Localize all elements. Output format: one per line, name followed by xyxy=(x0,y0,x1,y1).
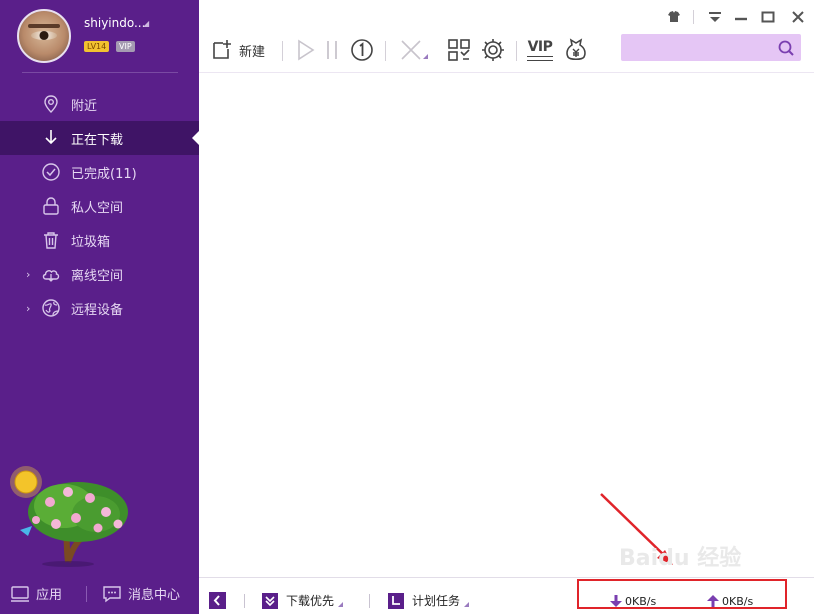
search-icon[interactable] xyxy=(777,39,795,57)
sidebar-item-private-space[interactable]: 私人空间 xyxy=(0,189,199,223)
sidebar-item-trash[interactable]: 垃圾箱 xyxy=(0,223,199,257)
lock-icon xyxy=(43,197,59,215)
winctl-divider xyxy=(693,10,694,24)
play-icon[interactable] xyxy=(295,37,317,63)
sidebar-item-label: 私人空间 xyxy=(71,200,124,216)
toolbar: 新建 VIP xyxy=(199,0,814,73)
expand-chevron-icon[interactable]: › xyxy=(26,302,30,315)
sidebar-item-downloading[interactable]: 正在下载 xyxy=(0,121,199,155)
sidebar-item-label: 垃圾箱 xyxy=(71,234,111,250)
scheduled-tasks-label: 计划任务 xyxy=(412,594,461,608)
apps-label: 应用 xyxy=(36,588,63,603)
chevron-left-icon xyxy=(213,595,220,606)
close-icon[interactable] xyxy=(789,8,807,26)
download-priority-button[interactable]: 下载优先 xyxy=(262,592,344,609)
new-task-button[interactable]: 新建 xyxy=(211,37,265,63)
sidebar-item-nearby[interactable]: 附近 xyxy=(0,87,199,121)
sidebar-item-remote-device[interactable]: › 远程设备 xyxy=(0,291,199,325)
new-file-plus-icon xyxy=(213,40,231,59)
sidebar-item-label: 远程设备 xyxy=(71,302,124,318)
schedule-clock-icon xyxy=(388,592,404,609)
avatar[interactable] xyxy=(17,9,71,63)
skin-shirt-icon[interactable] xyxy=(665,8,683,26)
collapse-sidebar-button[interactable] xyxy=(209,592,226,609)
vip-underline xyxy=(527,55,553,61)
apps-button[interactable]: 应用 xyxy=(10,584,62,603)
apps-icon xyxy=(11,585,29,602)
upload-speed: 0KB/s xyxy=(706,594,753,608)
minimize-icon[interactable] xyxy=(732,8,750,26)
message-center-button[interactable]: 消息中心 xyxy=(102,584,180,603)
new-task-label: 新建 xyxy=(239,44,266,60)
avatar-eye xyxy=(31,31,57,40)
message-bubble-icon xyxy=(103,585,121,602)
globe-device-icon xyxy=(42,299,60,317)
messages-label: 消息中心 xyxy=(128,588,181,603)
download-speed-value: 0KB/s xyxy=(625,594,657,608)
speed-boost-gear-icon[interactable] xyxy=(480,37,506,63)
download-list-area[interactable] xyxy=(199,73,814,577)
sidebar-item-label: 附近 xyxy=(71,98,98,114)
download-arrow-icon xyxy=(45,130,57,145)
check-circle-icon xyxy=(42,163,60,181)
level-badge: LV14 xyxy=(84,41,110,52)
cloud-download-icon xyxy=(42,270,60,282)
scheduled-tasks-button[interactable]: 计划任务 xyxy=(388,592,470,609)
priority-chevron-icon xyxy=(262,592,278,609)
trash-icon xyxy=(44,232,58,249)
sidebar-item-label: 已完成(11) xyxy=(71,166,137,182)
download-speed-arrow-icon xyxy=(610,595,622,607)
sidebar-item-offline-space[interactable]: › 离线空间 xyxy=(0,257,199,291)
status-bar: 下载优先 计划任务 0KB/s 0KB/s xyxy=(199,577,814,615)
status-divider xyxy=(369,594,370,608)
bottom-divider xyxy=(86,586,87,602)
upload-speed-arrow-icon xyxy=(707,595,719,607)
upload-speed-value: 0KB/s xyxy=(722,594,754,608)
money-bag-yen-icon[interactable] xyxy=(563,37,589,63)
maximize-icon[interactable] xyxy=(759,8,777,26)
download-priority-label: 下载优先 xyxy=(286,594,335,608)
sidebar-item-completed[interactable]: 已完成(11) xyxy=(0,155,199,189)
vip-label: VIP xyxy=(527,38,553,55)
decorative-tree-icon xyxy=(10,466,128,567)
toolbar-divider xyxy=(516,41,517,61)
toolbar-divider xyxy=(385,41,386,61)
search-input[interactable] xyxy=(621,34,801,61)
sidebar-divider xyxy=(22,72,178,73)
qr-code-icon[interactable] xyxy=(446,37,472,63)
vip-button[interactable]: VIP xyxy=(527,37,553,63)
sidebar-item-label: 离线空间 xyxy=(71,268,124,284)
watermark-brand: Baidu 经验 xyxy=(619,546,742,571)
user-menu-caret-icon[interactable]: ◢ xyxy=(143,19,149,28)
location-pin-icon xyxy=(44,95,58,113)
main-panel: 新建 VIP Baidu 经验 下载优先 计划任务 0KB/s 0KB/s xyxy=(199,0,814,615)
sidebar-nav: 附近 正在下载 已完成(11) 私人空间 垃圾箱 › 离线空间 › 远程设备 xyxy=(0,87,199,325)
avatar-brow xyxy=(28,24,60,28)
download-speed: 0KB/s xyxy=(609,594,656,608)
vip-badge: VIP xyxy=(116,41,135,52)
menu-dropdown-icon[interactable] xyxy=(706,8,724,26)
username[interactable]: shiyindo... xyxy=(84,16,145,30)
dropdown-caret-icon[interactable] xyxy=(338,602,344,607)
status-divider xyxy=(244,594,245,608)
pause-icon[interactable] xyxy=(324,37,340,63)
expand-chevron-icon[interactable]: › xyxy=(26,268,30,281)
sidebar: shiyindo... ◢ LV14 VIP 附近 正在下载 已完成(11) 私… xyxy=(0,0,199,614)
one-click-download-icon[interactable] xyxy=(349,37,375,63)
dropdown-caret-icon[interactable] xyxy=(464,602,470,607)
sidebar-item-label: 正在下载 xyxy=(71,132,124,148)
delete-x-icon[interactable] xyxy=(399,37,429,63)
toolbar-divider xyxy=(282,41,283,61)
sidebar-bottom-bar: 应用 消息中心 xyxy=(0,575,199,614)
